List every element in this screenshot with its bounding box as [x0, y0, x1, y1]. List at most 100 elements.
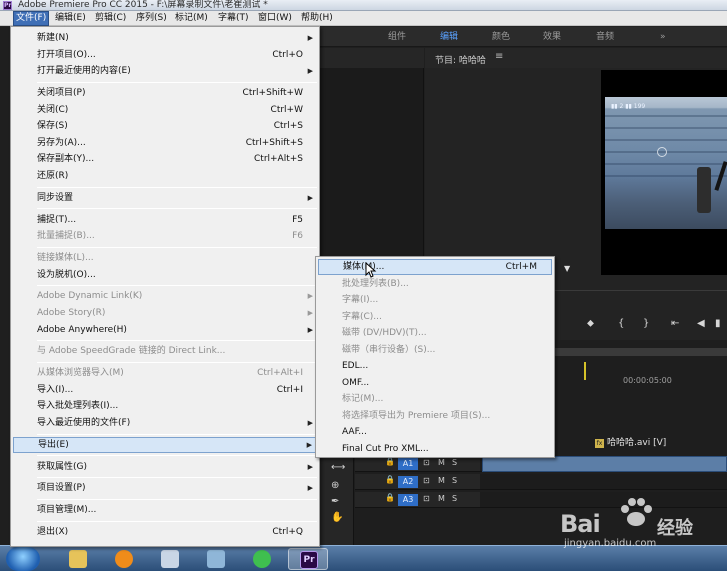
- export-menu-item-6[interactable]: EDL...: [318, 358, 552, 374]
- file-menu-item-36[interactable]: 项目管理(M)...: [13, 502, 317, 518]
- menu-item-label: Final Cut Pro XML...: [342, 443, 429, 454]
- file-menu-item-4[interactable]: 关闭项目(P) Ctrl+Shift+W: [13, 85, 317, 101]
- export-menu-item-1: 批处理列表(B)...: [318, 276, 552, 292]
- taskbar-app-4[interactable]: [196, 548, 236, 570]
- workspace-tab-5[interactable]: »: [660, 27, 666, 47]
- workspace-tab-2[interactable]: 颜色: [492, 27, 510, 47]
- track-target-A3[interactable]: A3: [398, 494, 418, 506]
- track-voiceover-icon[interactable]: ⊡: [423, 458, 430, 467]
- menubar-item-0[interactable]: 文件(F): [13, 11, 50, 26]
- track-voiceover-icon[interactable]: ⊡: [423, 476, 430, 485]
- taskbar-app-3[interactable]: [150, 548, 190, 570]
- file-menu-item-26[interactable]: 导入(I)... Ctrl+I: [13, 382, 317, 398]
- mark-out-icon[interactable]: }: [643, 318, 649, 329]
- track-lock-icon[interactable]: 🔒: [385, 475, 395, 484]
- mark-in-icon[interactable]: {: [618, 318, 624, 329]
- media-player-icon: [115, 550, 133, 568]
- audio-clip-block[interactable]: [482, 456, 727, 472]
- file-menu-item-9[interactable]: 还原(R): [13, 168, 317, 184]
- file-menu-item-27[interactable]: 导入批处理列表(I)...: [13, 398, 317, 414]
- menu-item-shortcut: Ctrl+Q: [272, 527, 303, 537]
- fit-dropdown-arrow-icon[interactable]: ▼: [564, 264, 570, 273]
- submenu-arrow-icon: ▶: [307, 419, 313, 427]
- file-menu-item-0[interactable]: 新建(N) ▶: [13, 30, 317, 46]
- video-clip-label[interactable]: fx 哈哈哈.avi [V]: [595, 435, 666, 448]
- file-menu-item-28[interactable]: 导入最近使用的文件(F) ▶: [13, 415, 317, 431]
- game-hud: ▮▮ 2 ▮▮ 199: [611, 103, 646, 110]
- track-mute-button[interactable]: M: [438, 476, 445, 485]
- menubar-item-3[interactable]: 序列(S): [134, 11, 169, 26]
- menubar-item-6[interactable]: 窗口(W): [256, 11, 294, 26]
- export-menu-item-7[interactable]: OMF...: [318, 375, 552, 391]
- menu-item-label: 导入(I)...: [37, 384, 74, 395]
- file-menu-item-30[interactable]: 导出(E) ▶: [13, 436, 317, 453]
- menubar-item-1[interactable]: 编辑(E): [53, 11, 88, 26]
- menu-item-label: 关闭(C): [37, 104, 69, 115]
- workspace-tab-3[interactable]: 效果: [543, 27, 561, 47]
- taskbar-app-5[interactable]: [242, 548, 282, 570]
- track-area-A3[interactable]: [480, 492, 727, 508]
- file-menu-item-13[interactable]: 捕捉(T)... F5: [13, 212, 317, 228]
- taskbar-explorer[interactable]: [58, 548, 98, 570]
- file-menu-item-17[interactable]: 设为脱机(O)...: [13, 267, 317, 283]
- track-lock-icon[interactable]: 🔒: [385, 493, 395, 502]
- menu-separator: [37, 186, 317, 188]
- track-area-A2[interactable]: [480, 474, 727, 490]
- menubar-item-5[interactable]: 字幕(T): [216, 11, 251, 26]
- add-marker-icon[interactable]: ⬥: [587, 318, 594, 329]
- export-menu-item-11[interactable]: Final Cut Pro XML...: [318, 441, 552, 457]
- hand-tool-icon[interactable]: ✋: [331, 512, 343, 523]
- menu-item-label: 另存为(A)...: [37, 137, 86, 148]
- menubar-item-2[interactable]: 剪辑(C): [93, 11, 128, 26]
- track-target-A2[interactable]: A2: [398, 476, 418, 488]
- menubar-item-4[interactable]: 标记(M): [173, 11, 210, 26]
- play-stop-icon[interactable]: ▮: [715, 318, 721, 329]
- pen-tool-icon[interactable]: ✒: [331, 496, 339, 507]
- step-back-icon[interactable]: ◀: [697, 318, 705, 329]
- file-menu-item-8[interactable]: 保存副本(Y)... Ctrl+Alt+S: [13, 151, 317, 167]
- track-solo-button[interactable]: S: [452, 476, 457, 485]
- file-menu-item-11[interactable]: 同步设置 ▶: [13, 190, 317, 206]
- workspace-tab-4[interactable]: 音频: [596, 27, 614, 47]
- file-menu-item-38[interactable]: 退出(X) Ctrl+Q: [13, 524, 317, 540]
- start-button[interactable]: [6, 547, 40, 571]
- taskbar-media-player[interactable]: [104, 548, 144, 570]
- track-lock-icon[interactable]: 🔒: [385, 457, 395, 466]
- submenu-arrow-icon: ▶: [307, 292, 313, 301]
- export-menu-item-0[interactable]: 媒体(M)... Ctrl+M: [318, 259, 552, 275]
- track-voiceover-icon[interactable]: ⊡: [423, 494, 430, 503]
- refresh-icon: [253, 550, 271, 568]
- file-menu-item-5[interactable]: 关闭(C) Ctrl+W: [13, 102, 317, 118]
- track-mute-button[interactable]: M: [438, 494, 445, 503]
- track-mute-button[interactable]: M: [438, 458, 445, 467]
- file-menu-item-21[interactable]: Adobe Anywhere(H) ▶: [13, 322, 317, 338]
- timeline-timecode: 00:00:05:00: [623, 376, 672, 385]
- file-menu-item-2[interactable]: 打开最近使用的内容(E) ▶: [13, 63, 317, 79]
- file-menu-item-1[interactable]: 打开项目(O)... Ctrl+O: [13, 47, 317, 63]
- file-menu-item-6[interactable]: 保存(S) Ctrl+S: [13, 118, 317, 134]
- go-to-in-icon[interactable]: ⇤: [671, 318, 679, 329]
- file-menu-item-32[interactable]: 获取属性(G) ▶: [13, 459, 317, 475]
- track-solo-button[interactable]: S: [452, 458, 457, 467]
- video-frame-image: ▮▮ 2 ▮▮ 199: [605, 97, 727, 229]
- menubar-item-7[interactable]: 帮助(H): [299, 11, 335, 26]
- menu-separator: [37, 477, 317, 479]
- playhead[interactable]: [584, 362, 586, 380]
- program-monitor-title[interactable]: 节目: 哈哈哈: [435, 53, 486, 66]
- export-menu-item-10[interactable]: AAF...: [318, 424, 552, 440]
- ripple-edit-tool-icon[interactable]: ⟷: [331, 462, 345, 473]
- workspace-tab-1[interactable]: 编辑: [440, 27, 458, 47]
- taskbar-premiere[interactable]: Pr: [288, 548, 328, 570]
- file-menu-item-34[interactable]: 项目设置(P) ▶: [13, 480, 317, 496]
- workspace-tab-0[interactable]: 组件: [388, 27, 406, 47]
- panel-menu-icon[interactable]: ≡: [495, 51, 503, 62]
- submenu-arrow-icon: ▶: [307, 325, 313, 334]
- slip-tool-icon[interactable]: ⊕: [331, 480, 339, 491]
- track-solo-button[interactable]: S: [452, 494, 457, 503]
- menu-item-label: 项目管理(M)...: [37, 505, 97, 516]
- menu-item-shortcut: Ctrl+Alt+I: [257, 368, 303, 379]
- track-target-A1[interactable]: A1: [398, 458, 418, 470]
- file-menu: 新建(N) ▶ 打开项目(O)... Ctrl+O 打开最近使用的内容(E) ▶ 关闭项目(…: [10, 26, 320, 547]
- menu-item-label: 导出(E): [38, 439, 69, 450]
- file-menu-item-7[interactable]: 另存为(A)... Ctrl+Shift+S: [13, 135, 317, 151]
